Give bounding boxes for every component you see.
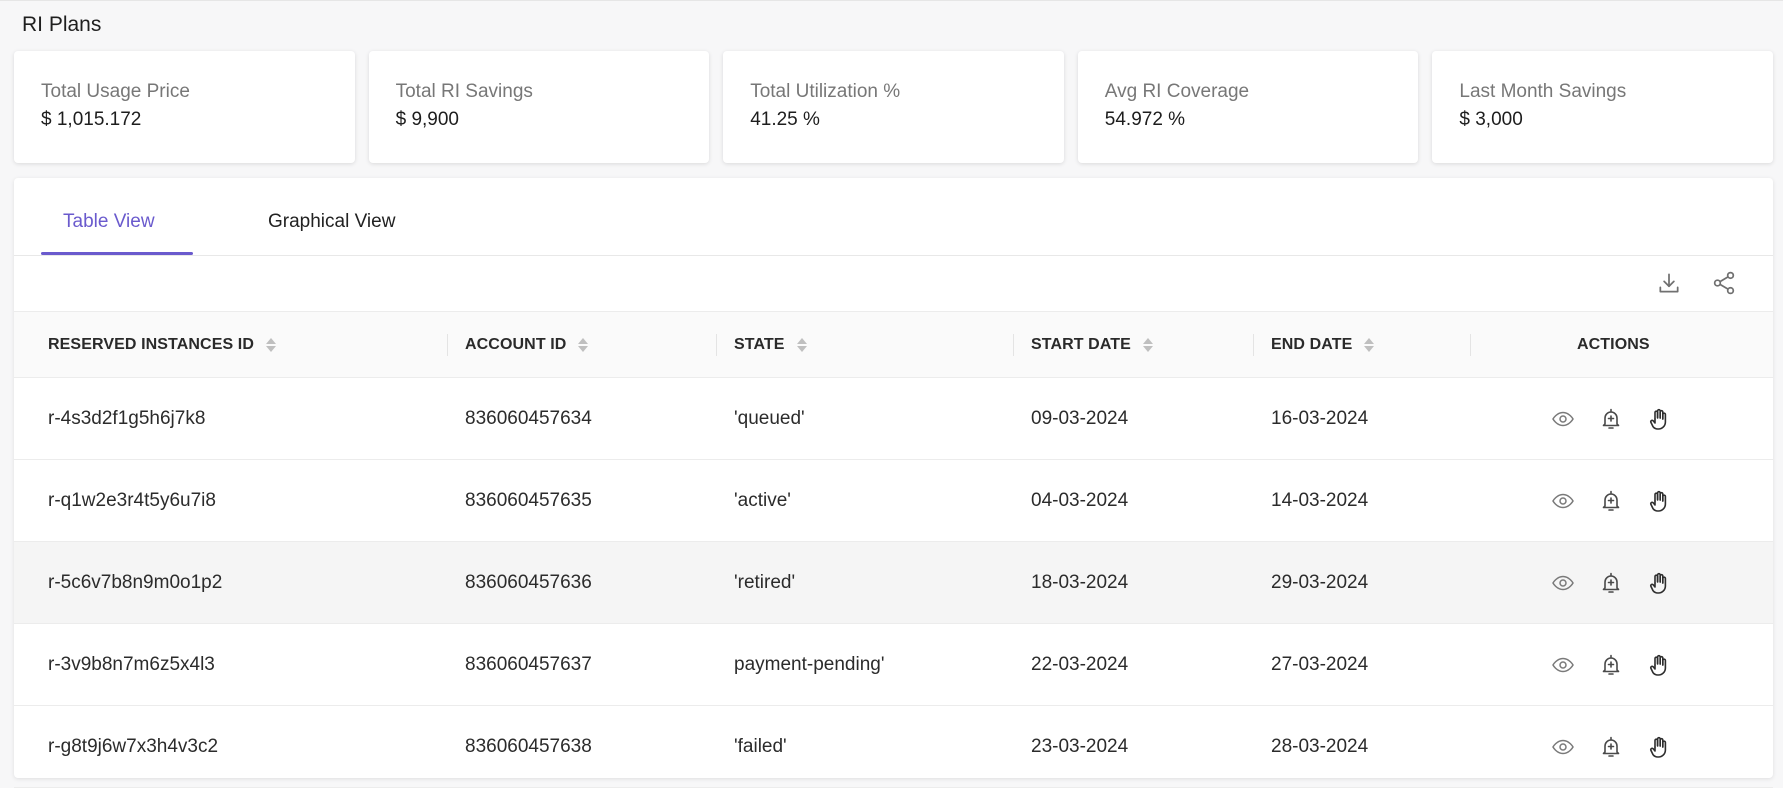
- cell-state: 'failed': [734, 735, 787, 757]
- cell-start-date: 04-03-2024: [1031, 489, 1129, 511]
- table-header: RESERVED INSTANCES ID ACCOUNT ID STATE S…: [14, 311, 1773, 378]
- column-header-account-id[interactable]: ACCOUNT ID: [465, 312, 589, 378]
- column-header-label: ACCOUNT ID: [465, 336, 567, 353]
- cell-account-id: 836060457634: [465, 407, 592, 429]
- cell-account-id: 836060457638: [465, 735, 592, 757]
- cell-start-date: 23-03-2024: [1031, 735, 1129, 757]
- table-row[interactable]: r-5c6v7b8n9m0o1p2 836060457636 'retired'…: [14, 542, 1773, 624]
- row-actions: [1550, 706, 1672, 787]
- column-header-label: RESERVED INSTANCES ID: [48, 336, 254, 353]
- hand-icon[interactable]: [1646, 734, 1672, 760]
- page-title: RI Plans: [22, 13, 102, 36]
- sort-icon[interactable]: [578, 337, 589, 353]
- tab-graphical-view[interactable]: Graphical View: [268, 211, 395, 233]
- card-value: 41.25 %: [750, 109, 820, 130]
- hand-icon[interactable]: [1646, 570, 1672, 596]
- card-label: Total RI Savings: [395, 81, 533, 102]
- hand-icon[interactable]: [1646, 406, 1672, 432]
- cell-reserved-instance-id: r-3v9b8n7m6z5x4l3: [48, 653, 215, 675]
- column-header-label: ACTIONS: [1577, 336, 1650, 353]
- tab-table-view[interactable]: Table View: [63, 211, 155, 233]
- table-row[interactable]: r-3v9b8n7m6z5x4l3 836060457637 payment-p…: [14, 624, 1773, 706]
- cell-state: 'queued': [734, 407, 805, 429]
- cell-state: payment-pending': [734, 653, 885, 675]
- hand-icon[interactable]: [1646, 652, 1672, 678]
- column-header-label: START DATE: [1031, 336, 1131, 353]
- cell-account-id: 836060457637: [465, 653, 592, 675]
- cell-start-date: 09-03-2024: [1031, 407, 1129, 429]
- eye-icon[interactable]: [1550, 488, 1576, 514]
- card-total-utilization: Total Utilization % 41.25 %: [723, 51, 1064, 163]
- row-actions: [1550, 624, 1672, 705]
- cell-end-date: 16-03-2024: [1271, 407, 1369, 429]
- cell-reserved-instance-id: r-4s3d2f1g5h6j7k8: [48, 407, 206, 429]
- cell-start-date: 22-03-2024: [1031, 653, 1129, 675]
- sort-icon[interactable]: [796, 337, 807, 353]
- table-row[interactable]: r-g8t9j6w7x3h4v3c2 836060457638 'failed'…: [14, 706, 1773, 788]
- cell-reserved-instance-id: r-q1w2e3r4t5y6u7i8: [48, 489, 216, 511]
- bell-plus-icon[interactable]: [1598, 652, 1624, 678]
- cell-end-date: 14-03-2024: [1271, 489, 1369, 511]
- column-divider: [1470, 334, 1471, 356]
- table-row[interactable]: r-q1w2e3r4t5y6u7i8 836060457635 'active'…: [14, 460, 1773, 542]
- column-header-label: END DATE: [1271, 336, 1353, 353]
- column-divider: [447, 334, 448, 356]
- active-tab-indicator: [41, 252, 193, 255]
- card-label: Avg RI Coverage: [1104, 81, 1250, 102]
- cell-end-date: 28-03-2024: [1271, 735, 1369, 757]
- summary-cards: Total Usage Price $ 1,015.172 Total RI S…: [14, 51, 1773, 163]
- bell-plus-icon[interactable]: [1598, 406, 1624, 432]
- card-last-month-savings: Last Month Savings $ 3,000: [1432, 51, 1773, 163]
- column-header-label: STATE: [734, 336, 785, 353]
- column-divider: [716, 334, 717, 356]
- table-row[interactable]: r-4s3d2f1g5h6j7k8 836060457634 'queued' …: [14, 378, 1773, 460]
- cell-end-date: 29-03-2024: [1271, 571, 1369, 593]
- card-label: Last Month Savings: [1459, 81, 1627, 102]
- sort-icon[interactable]: [266, 337, 276, 353]
- column-divider: [1253, 334, 1254, 356]
- cell-start-date: 18-03-2024: [1031, 571, 1129, 593]
- card-value: $ 1,015.172: [41, 109, 142, 130]
- eye-icon[interactable]: [1550, 570, 1576, 596]
- cell-reserved-instance-id: r-g8t9j6w7x3h4v3c2: [48, 735, 219, 757]
- card-value: $ 3,000: [1459, 109, 1523, 130]
- share-icon[interactable]: [1711, 270, 1737, 296]
- row-actions: [1550, 378, 1672, 459]
- card-total-usage-price: Total Usage Price $ 1,015.172: [14, 51, 355, 163]
- cell-account-id: 836060457635: [465, 489, 592, 511]
- column-header-end-date[interactable]: END DATE: [1271, 312, 1375, 378]
- card-value: $ 9,900: [395, 109, 459, 130]
- eye-icon[interactable]: [1550, 406, 1576, 432]
- cell-state: 'active': [734, 489, 791, 511]
- cell-state: 'retired': [734, 571, 796, 593]
- eye-icon[interactable]: [1550, 734, 1576, 760]
- card-total-ri-savings: Total RI Savings $ 9,900: [368, 51, 710, 163]
- column-header-start-date[interactable]: START DATE: [1031, 312, 1153, 378]
- column-divider: [1013, 334, 1014, 356]
- cell-account-id: 836060457636: [465, 571, 592, 593]
- sort-icon[interactable]: [1364, 337, 1375, 353]
- download-icon[interactable]: [1656, 270, 1682, 296]
- column-header-reserved-instances-id[interactable]: RESERVED INSTANCES ID: [48, 312, 276, 378]
- column-header-actions: ACTIONS: [1577, 312, 1650, 378]
- bell-plus-icon[interactable]: [1598, 570, 1624, 596]
- cell-reserved-instance-id: r-5c6v7b8n9m0o1p2: [48, 571, 223, 593]
- card-avg-ri-coverage: Avg RI Coverage 54.972 %: [1077, 51, 1419, 163]
- hand-icon[interactable]: [1646, 488, 1672, 514]
- cell-end-date: 27-03-2024: [1271, 653, 1369, 675]
- row-actions: [1550, 460, 1672, 541]
- column-header-state[interactable]: STATE: [734, 312, 807, 378]
- table-body: r-4s3d2f1g5h6j7k8 836060457634 'queued' …: [14, 378, 1773, 788]
- sort-icon[interactable]: [1142, 337, 1153, 353]
- top-border: [0, 0, 1783, 1]
- card-label: Total Usage Price: [41, 81, 190, 102]
- view-tabs: Table View Graphical View: [14, 178, 1773, 256]
- bell-plus-icon[interactable]: [1598, 488, 1624, 514]
- card-label: Total Utilization %: [750, 81, 901, 102]
- card-value: 54.972 %: [1104, 109, 1186, 130]
- table-panel: Table View Graphical View RESERVED INSTA…: [14, 178, 1773, 788]
- eye-icon[interactable]: [1550, 652, 1576, 678]
- row-actions: [1550, 542, 1672, 623]
- bell-plus-icon[interactable]: [1598, 734, 1624, 760]
